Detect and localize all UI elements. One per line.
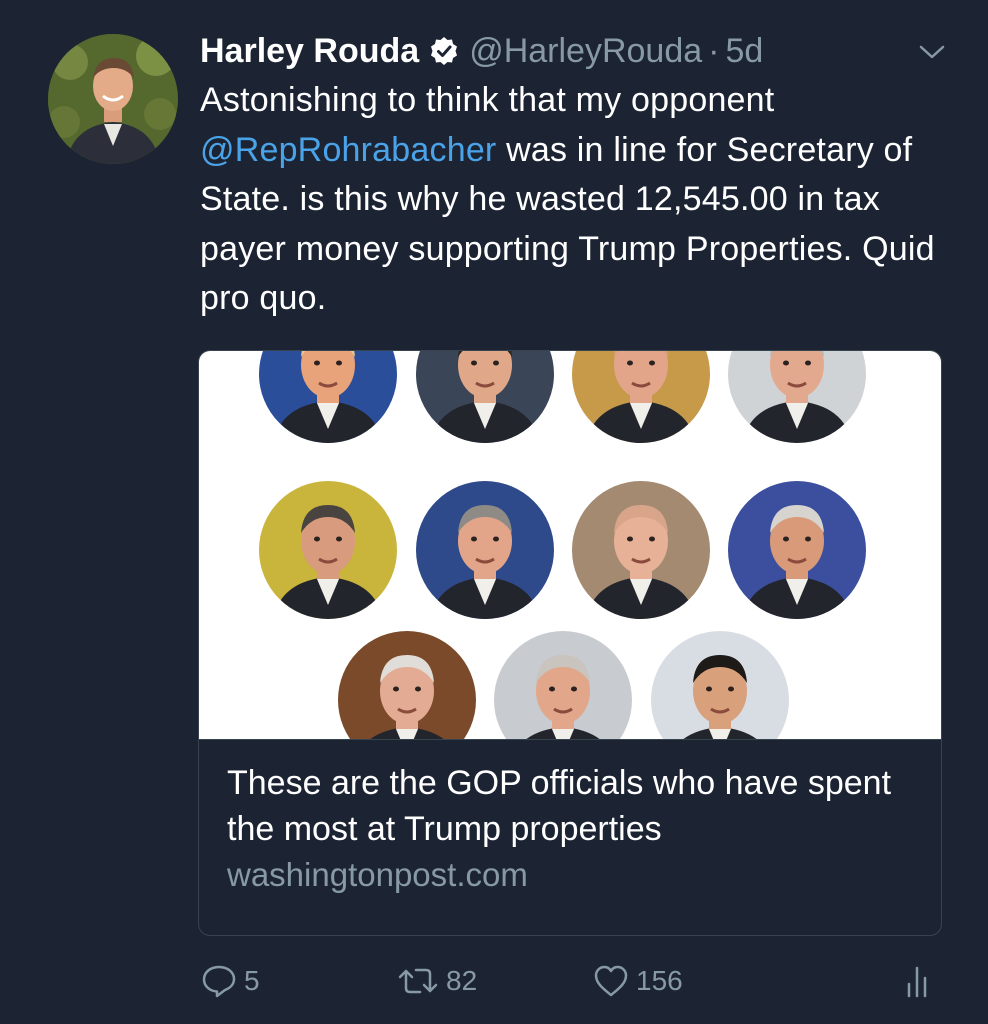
official-portrait xyxy=(259,481,397,619)
reply-button[interactable]: 5 xyxy=(200,962,260,1000)
official-portrait xyxy=(572,351,710,443)
author-avatar[interactable] xyxy=(48,34,178,164)
analytics-icon xyxy=(907,966,927,998)
separator-dot: · xyxy=(708,31,720,70)
retweet-count: 82 xyxy=(446,965,478,996)
mention-link[interactable]: @RepRohrabacher xyxy=(200,131,496,169)
reply-count: 5 xyxy=(244,965,260,996)
author-name[interactable]: Harley Rouda xyxy=(200,32,419,71)
card-domain: washingtonpost.com xyxy=(227,856,528,893)
official-portrait xyxy=(728,351,866,443)
tweet-text-part: Astonishing to think that my opponent xyxy=(200,81,775,119)
reply-icon xyxy=(202,965,236,998)
tweet-actions: 5 82 156 xyxy=(0,962,988,1006)
card-body: These are the GOP officials who have spe… xyxy=(199,739,941,935)
analytics-button[interactable] xyxy=(904,962,938,1000)
tweet-timestamp[interactable]: 5d xyxy=(725,32,763,71)
chevron-down-icon[interactable] xyxy=(918,40,946,64)
link-preview-card[interactable]: These are the GOP officials who have spe… xyxy=(198,350,942,936)
official-portrait xyxy=(728,481,866,619)
like-button[interactable]: 156 xyxy=(592,962,683,1000)
official-portrait xyxy=(572,481,710,619)
official-portrait xyxy=(494,631,632,739)
retweet-icon xyxy=(398,968,438,994)
official-portrait xyxy=(416,351,554,443)
author-handle[interactable]: @HarleyRouda xyxy=(469,32,702,71)
official-portrait xyxy=(416,481,554,619)
card-image xyxy=(199,351,941,739)
official-portrait xyxy=(259,351,397,443)
tweet-header: Harley Rouda @HarleyRouda · 5d xyxy=(200,28,763,74)
retweet-button[interactable]: 82 xyxy=(396,962,477,1000)
verified-badge-icon xyxy=(429,36,459,66)
official-portrait xyxy=(338,631,476,739)
like-count: 156 xyxy=(636,965,683,996)
official-portrait xyxy=(651,631,789,739)
heart-icon xyxy=(594,965,628,997)
card-title: These are the GOP officials who have spe… xyxy=(227,764,892,848)
tweet[interactable]: Harley Rouda @HarleyRouda · 5d Astonishi… xyxy=(0,0,988,1024)
tweet-text: Astonishing to think that my opponent @R… xyxy=(200,76,960,324)
